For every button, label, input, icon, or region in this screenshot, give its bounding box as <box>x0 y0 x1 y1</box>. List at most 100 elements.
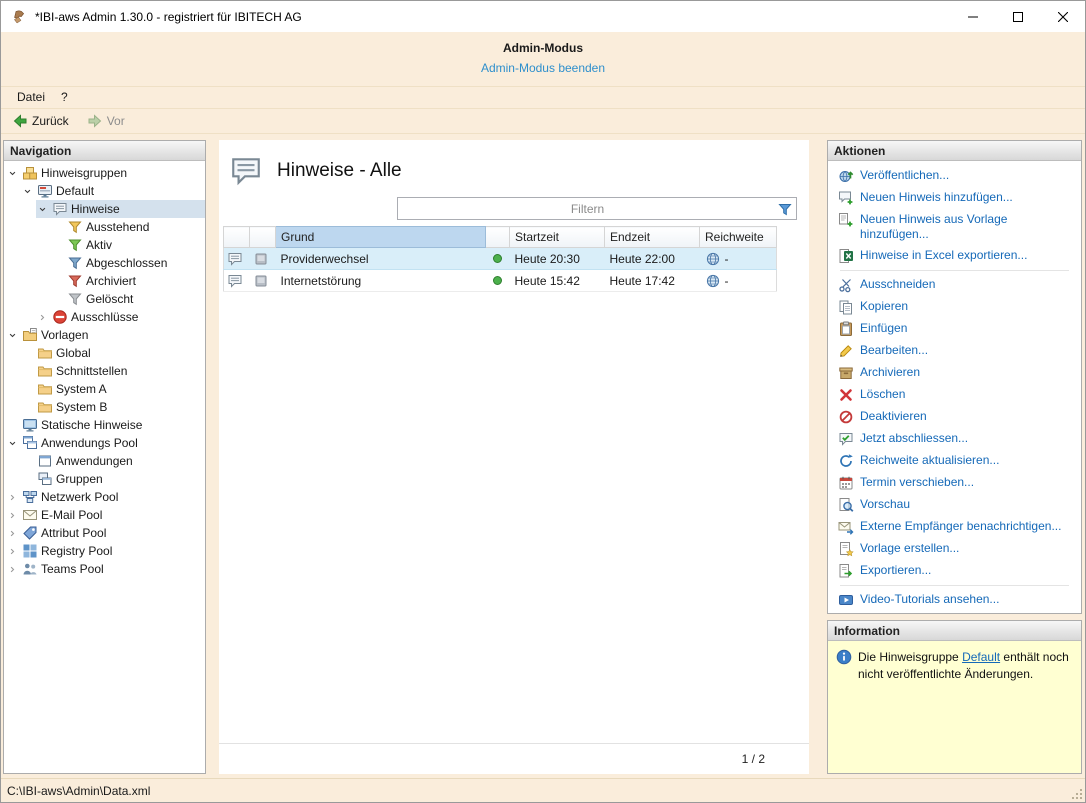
chevron-collapsed-icon[interactable] <box>36 309 49 325</box>
action-jetzt-abschliessen[interactable]: Jetzt abschliessen... <box>830 428 1079 450</box>
funnel-blue-icon <box>67 255 83 271</box>
create-template-icon <box>838 541 854 557</box>
cell-hint-icon <box>223 247 250 270</box>
title-bar[interactable]: *IBI-aws Admin 1.30.0 - registriert für … <box>1 1 1085 32</box>
back-button[interactable]: Zurück <box>7 111 74 131</box>
mail-icon <box>22 507 38 523</box>
action-label: Vorschau <box>860 497 911 511</box>
tree-item-ausstehend[interactable]: Ausstehend <box>4 218 205 236</box>
column-header-startzeit[interactable]: Startzeit <box>509 226 605 248</box>
resize-grip-icon[interactable] <box>1070 787 1083 800</box>
tree-item-content: System A <box>21 380 205 398</box>
tree-item-geloscht[interactable]: Gelöscht <box>4 290 205 308</box>
tree-item-system-a[interactable]: System A <box>4 380 205 398</box>
chevron-expanded-icon[interactable] <box>6 435 19 451</box>
action-termin-verschieben[interactable]: Termin verschieben... <box>830 472 1079 494</box>
notify-icon <box>838 519 854 535</box>
column-header-reichweite[interactable]: Reichweite <box>699 226 777 248</box>
column-header-display_icon[interactable] <box>249 226 276 248</box>
tree-item-default[interactable]: Default <box>4 182 205 200</box>
action-hinweise-in-excel-exportieren[interactable]: Hinweise in Excel exportieren... <box>830 245 1079 267</box>
action-video-tutorials-ansehen[interactable]: Video-Tutorials ansehen... <box>830 589 1079 611</box>
action-veroffentlichen[interactable]: Veröffentlichen... <box>830 165 1079 187</box>
action-reichweite-aktualisieren[interactable]: Reichweite aktualisieren... <box>830 450 1079 472</box>
action-ausschneiden[interactable]: Ausschneiden <box>830 274 1079 296</box>
column-header-row_icon[interactable] <box>223 226 250 248</box>
action-einfugen[interactable]: Einfügen <box>830 318 1079 340</box>
action-loschen[interactable]: Löschen <box>830 384 1079 406</box>
tree-item-archiviert[interactable]: Archiviert <box>4 272 205 290</box>
tree-item-anwendungs-pool[interactable]: Anwendungs Pool <box>4 434 205 452</box>
chevron-collapsed-icon[interactable] <box>6 525 19 541</box>
column-header-grund[interactable]: Grund <box>275 226 486 248</box>
action-externe-empfanger-benachrichtigen[interactable]: Externe Empfänger benachrichtigen... <box>830 516 1079 538</box>
tree-item-content: Vorlagen <box>6 326 205 344</box>
tree-item-hinweise[interactable]: Hinweise <box>4 200 205 218</box>
menu-item-datei[interactable]: Datei <box>9 87 53 108</box>
tree-item-aktiv[interactable]: Aktiv <box>4 236 205 254</box>
action-vorlage-erstellen[interactable]: Vorlage erstellen... <box>830 538 1079 560</box>
action-label: Exportieren... <box>860 563 932 577</box>
teams-icon <box>22 561 38 577</box>
filter-input[interactable] <box>398 198 777 219</box>
action-label: Reichweite aktualisieren... <box>860 453 1000 467</box>
action-vorschau[interactable]: Vorschau <box>830 494 1079 516</box>
funnel-gray-icon <box>67 291 83 307</box>
calendar-icon <box>838 475 854 491</box>
column-header-endzeit[interactable]: Endzeit <box>604 226 700 248</box>
chevron-collapsed-icon[interactable] <box>6 543 19 559</box>
hinweise-table: Grund Startzeit Endzeit Reichweite Providerw… <box>223 226 777 292</box>
filter-box <box>397 197 797 220</box>
action-archivieren[interactable]: Archivieren <box>830 362 1079 384</box>
tree-item-anwendungen[interactable]: Anwendungen <box>4 452 205 470</box>
forward-arrow-icon <box>87 113 103 129</box>
action-neuen-hinweis-hinzufugen[interactable]: Neuen Hinweis hinzufügen... <box>830 187 1079 209</box>
attribute-icon <box>22 525 38 541</box>
table-row-providerwechsel[interactable]: Providerwechsel Heute 20:30 Heute 22:00- <box>223 247 777 270</box>
tree-item-abgeschlossen[interactable]: Abgeschlossen <box>4 254 205 272</box>
minimize-button[interactable] <box>950 1 995 32</box>
copy-icon <box>838 299 854 315</box>
chevron-collapsed-icon[interactable] <box>6 561 19 577</box>
cell-status <box>485 269 510 292</box>
action-kopieren[interactable]: Kopieren <box>830 296 1079 318</box>
admin-mode-exit-link[interactable]: Admin-Modus beenden <box>1 61 1085 76</box>
chevron-expanded-icon[interactable] <box>6 327 19 343</box>
action-bearbeiten[interactable]: Bearbeiten... <box>830 340 1079 362</box>
window-title: *IBI-aws Admin 1.30.0 - registriert für … <box>35 9 302 24</box>
forward-button[interactable]: Vor <box>82 111 130 131</box>
tree-item-statische-hinweise[interactable]: Statische Hinweise <box>4 416 205 434</box>
chevron-collapsed-icon[interactable] <box>6 489 19 505</box>
tree-item-content: Registry Pool <box>6 542 205 560</box>
tree-item-netzwerk-pool[interactable]: Netzwerk Pool <box>4 488 205 506</box>
tree-item-teams-pool[interactable]: Teams Pool <box>4 560 205 578</box>
action-neuen-hinweis-aus-vorlage-hinzufugen[interactable]: Neuen Hinweis aus Vorlage hinzufügen... <box>830 209 1079 245</box>
close-button[interactable] <box>1040 1 1085 32</box>
chevron-collapsed-icon[interactable] <box>6 507 19 523</box>
static-hints-icon <box>22 417 38 433</box>
column-header-status[interactable] <box>485 226 510 248</box>
maximize-button[interactable] <box>995 1 1040 32</box>
action-deaktivieren[interactable]: Deaktivieren <box>830 406 1079 428</box>
tree-item-schnittstellen[interactable]: Schnittstellen <box>4 362 205 380</box>
tree-item-system-b[interactable]: System B <box>4 398 205 416</box>
menu-item-help[interactable]: ? <box>53 87 76 108</box>
tree-item-global[interactable]: Global <box>4 344 205 362</box>
tree-item-gruppen[interactable]: Gruppen <box>4 470 205 488</box>
tree-item-hinweisgruppen[interactable]: Hinweisgruppen <box>4 164 205 182</box>
table-row-internetstorung[interactable]: Internetstörung Heute 15:42 Heute 17:42- <box>223 269 777 292</box>
tree-item-ausschlusse[interactable]: Ausschlüsse <box>4 308 205 326</box>
tree-item-attribut-pool[interactable]: Attribut Pool <box>4 524 205 542</box>
tree-item-e-mail-pool[interactable]: E-Mail Pool <box>4 506 205 524</box>
chevron-expanded-icon[interactable] <box>21 183 34 199</box>
chevron-expanded-icon[interactable] <box>36 201 49 217</box>
cell-grund: Providerwechsel <box>275 247 486 270</box>
tree-item-registry-pool[interactable]: Registry Pool <box>4 542 205 560</box>
action-label: Einfügen <box>860 321 908 335</box>
action-exportieren[interactable]: Exportieren... <box>830 560 1079 582</box>
tree-item-label: Gelöscht <box>86 292 134 306</box>
info-default-link[interactable]: Default <box>962 650 1000 664</box>
chevron-expanded-icon[interactable] <box>6 165 19 181</box>
tree-item-vorlagen[interactable]: Vorlagen <box>4 326 205 344</box>
